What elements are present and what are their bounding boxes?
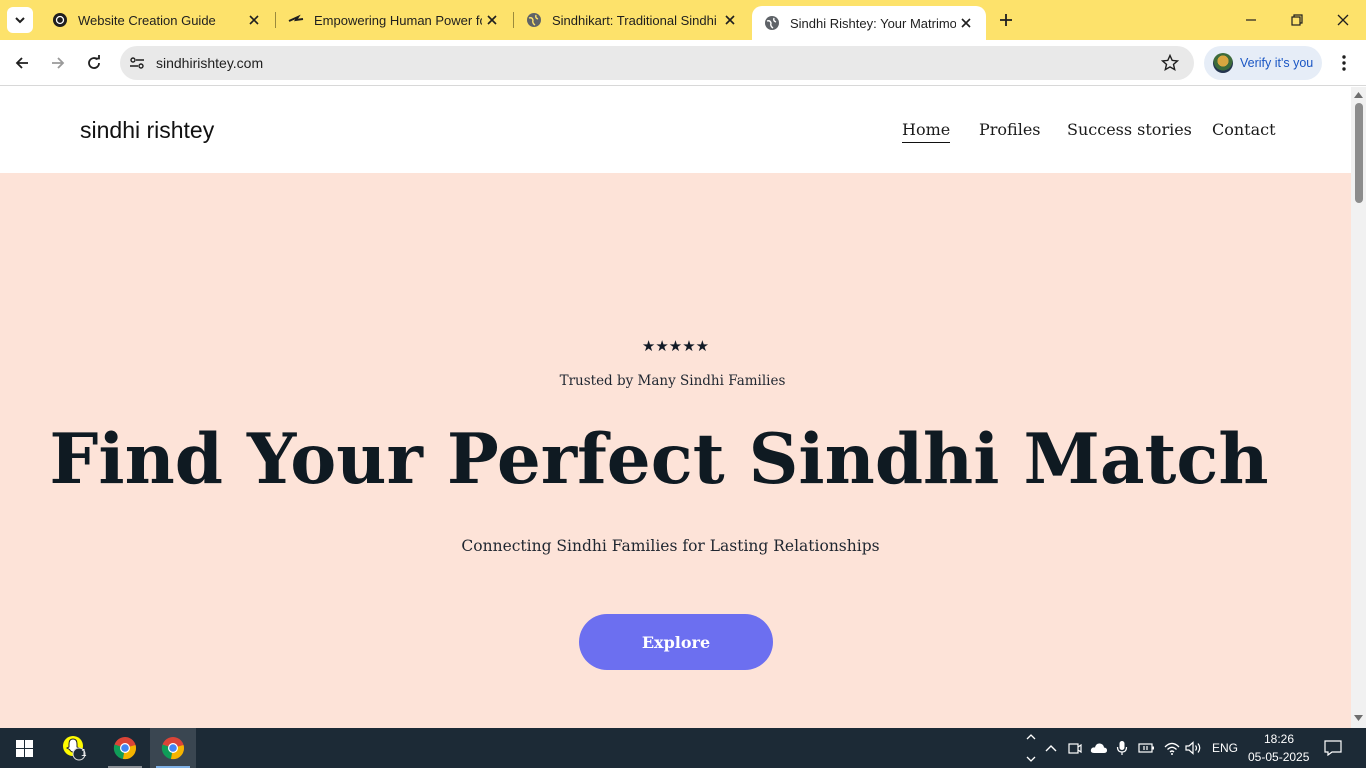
restore-icon bbox=[1291, 14, 1303, 26]
taskbar-snapchat-app[interactable]: 1 bbox=[52, 728, 98, 768]
chevron-down-icon bbox=[15, 17, 25, 24]
arrow-right-icon bbox=[52, 57, 65, 69]
meet-now-icon[interactable] bbox=[1065, 738, 1085, 758]
battery-plug-icon[interactable] bbox=[1137, 738, 1157, 758]
chrome-icon bbox=[113, 737, 136, 760]
site-info-icon[interactable] bbox=[128, 54, 146, 72]
forward-button[interactable] bbox=[42, 47, 74, 79]
clock-time[interactable]: 18:26 bbox=[1264, 732, 1294, 746]
close-tab-icon[interactable] bbox=[244, 10, 264, 30]
browser-menu-button[interactable] bbox=[1330, 47, 1358, 79]
close-window-button[interactable] bbox=[1320, 0, 1366, 40]
more-vertical-icon bbox=[1342, 55, 1346, 71]
tab-title: Sindhikart: Traditional Sindhi Pr bbox=[552, 12, 720, 28]
tab-empowering-human-power[interactable]: Empowering Human Power for bbox=[276, 0, 512, 40]
nav-success-stories[interactable]: Success stories bbox=[1067, 120, 1192, 139]
clock-date[interactable]: 05-05-2025 bbox=[1248, 750, 1309, 764]
page-scrollbar[interactable] bbox=[1351, 87, 1366, 728]
nav-profiles[interactable]: Profiles bbox=[979, 120, 1041, 139]
address-bar[interactable]: sindhirishtey.com bbox=[120, 46, 1194, 80]
profile-avatar bbox=[1213, 53, 1233, 73]
verify-label: Verify it's you bbox=[1240, 56, 1314, 70]
tab-title: Sindhi Rishtey: Your Matrimonia bbox=[790, 15, 956, 31]
bookmark-star-icon[interactable] bbox=[1160, 53, 1180, 73]
trusted-tagline: Trusted by Many Sindhi Families bbox=[559, 373, 786, 389]
nav-home[interactable]: Home bbox=[902, 120, 951, 143]
language-indicator[interactable]: ENG bbox=[1212, 741, 1238, 755]
tab-sindhi-rishtey[interactable]: Sindhi Rishtey: Your Matrimonia bbox=[752, 6, 986, 40]
arrow-left-icon bbox=[15, 57, 28, 69]
restore-button[interactable] bbox=[1274, 0, 1320, 40]
page-viewport: sindhi rishtey Home Profiles Success sto… bbox=[0, 87, 1351, 728]
nav-contact[interactable]: Contact bbox=[1212, 120, 1276, 139]
arrow-logo-icon bbox=[288, 12, 304, 28]
verify-profile-button[interactable]: Verify it's you bbox=[1204, 46, 1322, 80]
scroll-up-arrow-icon[interactable] bbox=[1354, 90, 1363, 99]
scroll-down-arrow-icon[interactable] bbox=[1354, 714, 1363, 723]
wifi-icon[interactable] bbox=[1162, 738, 1182, 758]
taskbar-scroll-icon[interactable] bbox=[1021, 730, 1041, 766]
close-tab-icon[interactable] bbox=[720, 10, 740, 30]
scrollbar-thumb[interactable] bbox=[1355, 103, 1363, 203]
site-brand[interactable]: sindhi rishtey bbox=[80, 117, 214, 144]
show-hidden-icons-chevron-icon[interactable] bbox=[1041, 738, 1061, 758]
tab-title: Website Creation Guide bbox=[78, 12, 216, 28]
back-button[interactable] bbox=[6, 47, 38, 79]
reload-icon bbox=[88, 55, 100, 69]
volume-icon[interactable] bbox=[1184, 738, 1204, 758]
plus-icon bbox=[1000, 14, 1012, 26]
taskbar-chrome-app[interactable] bbox=[102, 728, 148, 768]
tab-website-creation-guide[interactable]: Website Creation Guide bbox=[40, 0, 274, 40]
onedrive-cloud-icon[interactable] bbox=[1089, 738, 1109, 758]
reload-button[interactable] bbox=[78, 47, 110, 79]
site-header: sindhi rishtey Home Profiles Success sto… bbox=[0, 87, 1351, 173]
taskbar-chrome-app-active[interactable] bbox=[150, 728, 196, 768]
explore-button[interactable]: Explore bbox=[579, 614, 773, 670]
close-tab-icon[interactable] bbox=[956, 13, 976, 33]
browser-tab-strip: Website Creation Guide Empowering Human … bbox=[0, 0, 1366, 40]
hero-headline: Find Your Perfect Sindhi Match bbox=[49, 419, 1269, 500]
minimize-button[interactable] bbox=[1228, 0, 1274, 40]
url-text[interactable]: sindhirishtey.com bbox=[156, 55, 1160, 71]
tab-sindhikart[interactable]: Sindhikart: Traditional Sindhi Pr bbox=[514, 0, 750, 40]
hero-section: ★★★★★ Trusted by Many Sindhi Families Fi… bbox=[0, 173, 1351, 728]
minimize-icon bbox=[1246, 19, 1256, 21]
new-tab-button[interactable] bbox=[994, 8, 1018, 32]
start-button[interactable] bbox=[0, 728, 48, 768]
tab-title: Empowering Human Power for bbox=[314, 12, 482, 28]
chrome-icon bbox=[161, 737, 184, 760]
notifications-icon[interactable] bbox=[1323, 738, 1343, 758]
microphone-icon[interactable] bbox=[1112, 738, 1132, 758]
close-icon bbox=[1337, 14, 1349, 26]
globe-icon bbox=[526, 12, 542, 28]
openai-icon bbox=[52, 12, 68, 28]
hero-subline: Connecting Sindhi Families for Lasting R… bbox=[461, 537, 880, 555]
rating-stars: ★★★★★ bbox=[641, 337, 710, 355]
notification-badge: 1 bbox=[81, 748, 87, 759]
close-tab-icon[interactable] bbox=[482, 10, 502, 30]
windows-taskbar: 1 ENG 18:26 05-05-2025 bbox=[0, 728, 1366, 768]
browser-toolbar: sindhirishtey.com Verify it's you bbox=[0, 40, 1366, 86]
globe-icon bbox=[764, 15, 780, 31]
tab-search-button[interactable] bbox=[7, 7, 33, 33]
windows-logo-icon bbox=[15, 739, 33, 757]
